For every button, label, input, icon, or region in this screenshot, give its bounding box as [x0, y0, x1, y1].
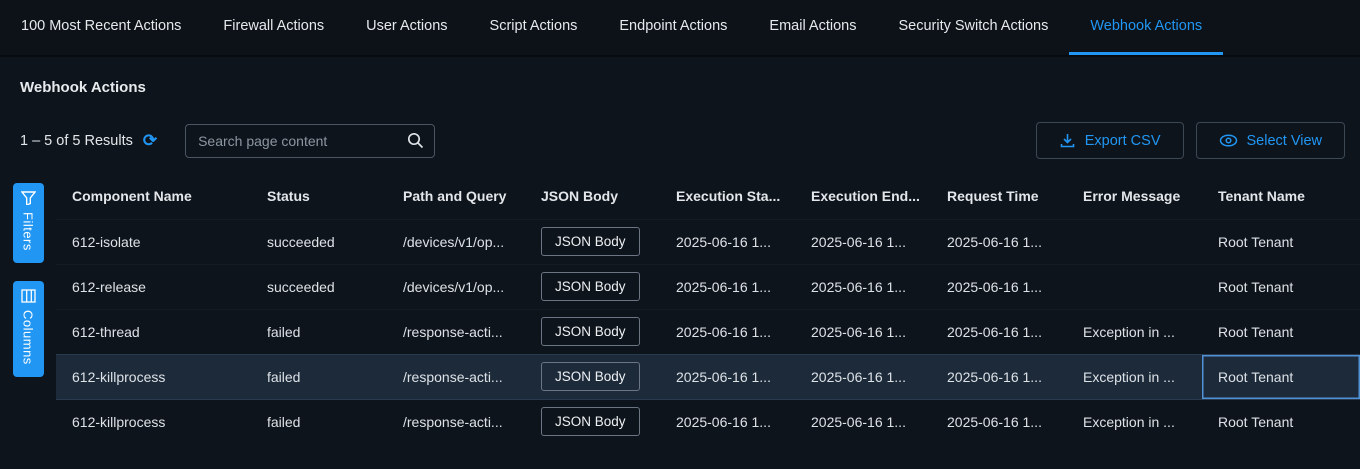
table-header-row: Component NameStatusPath and QueryJSON B… [56, 173, 1360, 219]
tab-100-most-recent-actions[interactable]: 100 Most Recent Actions [0, 0, 202, 55]
execution-end-cell: 2025-06-16 1... [795, 399, 931, 444]
request-time-cell: 2025-06-16 1... [931, 354, 1067, 399]
column-header-component-name[interactable]: Component Name [56, 173, 251, 219]
results-count: 1 – 5 of 5 Results [20, 133, 133, 149]
path-cell: /response-acti... [387, 354, 525, 399]
eye-icon [1219, 133, 1238, 148]
request-time-cell: 2025-06-16 1... [931, 264, 1067, 309]
json-body-cell: JSON Body [525, 219, 660, 264]
status-cell: succeeded [251, 264, 387, 309]
component-name-cell: 612-isolate [56, 219, 251, 264]
json-body-cell: JSON Body [525, 264, 660, 309]
execution-start-cell: 2025-06-16 1... [660, 264, 795, 309]
request-time-cell: 2025-06-16 1... [931, 219, 1067, 264]
status-cell: failed [251, 354, 387, 399]
json-body-button[interactable]: JSON Body [541, 317, 640, 346]
table-row[interactable]: 612-releasesucceeded/devices/v1/op... JSO… [56, 264, 1360, 309]
error-message-cell: Exception in ... [1067, 399, 1202, 444]
error-message-cell [1067, 219, 1202, 264]
webhook-actions-page: 100 Most Recent ActionsFirewall ActionsU… [0, 0, 1360, 469]
filters-button[interactable]: Filters [13, 183, 44, 263]
execution-end-cell: 2025-06-16 1... [795, 309, 931, 354]
search-input[interactable] [186, 133, 407, 149]
select-view-button[interactable]: Select View [1196, 122, 1346, 159]
column-header-status[interactable]: Status [251, 173, 387, 219]
column-header-request-time[interactable]: Request Time [931, 173, 1067, 219]
execution-start-cell: 2025-06-16 1... [660, 354, 795, 399]
execution-start-cell: 2025-06-16 1... [660, 309, 795, 354]
status-cell: succeeded [251, 219, 387, 264]
page-title: Webhook Actions [20, 79, 1360, 96]
export-csv-label: Export CSV [1085, 133, 1161, 149]
table-row[interactable]: 612-killprocessfailed/response-acti... JS… [56, 354, 1360, 399]
tenant-name-cell: Root Tenant [1202, 309, 1360, 354]
table-row[interactable]: 612-killprocessfailed/response-acti... JS… [56, 399, 1360, 444]
tab-bar: 100 Most Recent ActionsFirewall ActionsU… [0, 0, 1360, 57]
columns-grid-icon [21, 289, 36, 303]
error-message-cell [1067, 264, 1202, 309]
component-name-cell: 612-killprocess [56, 399, 251, 444]
tenant-name-cell: Root Tenant [1202, 399, 1360, 444]
filter-funnel-icon [21, 191, 36, 205]
error-message-cell: Exception in ... [1067, 354, 1202, 399]
path-cell: /response-acti... [387, 309, 525, 354]
columns-label: Columns [21, 310, 36, 365]
column-header-tenant-name[interactable]: Tenant Name [1202, 173, 1360, 219]
json-body-cell: JSON Body [525, 399, 660, 444]
error-message-cell: Exception in ... [1067, 309, 1202, 354]
request-time-cell: 2025-06-16 1... [931, 399, 1067, 444]
json-body-button[interactable]: JSON Body [541, 227, 640, 256]
request-time-cell: 2025-06-16 1... [931, 309, 1067, 354]
execution-start-cell: 2025-06-16 1... [660, 219, 795, 264]
filters-label: Filters [21, 212, 36, 251]
table-region: Filters Columns [0, 173, 1360, 444]
column-header-execution-end-[interactable]: Execution End... [795, 173, 931, 219]
table-row[interactable]: 612-isolatesucceeded/devices/v1/op... JSO… [56, 219, 1360, 264]
tenant-name-cell: Root Tenant [1202, 219, 1360, 264]
tab-security-switch-actions[interactable]: Security Switch Actions [877, 0, 1069, 55]
column-header-path-and-query[interactable]: Path and Query [387, 173, 525, 219]
export-csv-button[interactable]: Export CSV [1036, 122, 1184, 159]
tab-endpoint-actions[interactable]: Endpoint Actions [598, 0, 748, 55]
table-row[interactable]: 612-threadfailed/response-acti... JSON Bo… [56, 309, 1360, 354]
actions-table: Component NameStatusPath and QueryJSON B… [56, 173, 1360, 444]
tab-firewall-actions[interactable]: Firewall Actions [202, 0, 345, 55]
execution-end-cell: 2025-06-16 1... [795, 354, 931, 399]
path-cell: /response-acti... [387, 399, 525, 444]
side-buttons: Filters Columns [0, 173, 56, 444]
tab-email-actions[interactable]: Email Actions [748, 0, 877, 55]
columns-button[interactable]: Columns [13, 281, 44, 377]
toolbar: 1 – 5 of 5 Results ⟳ [0, 122, 1360, 159]
column-header-error-message[interactable]: Error Message [1067, 173, 1202, 219]
search-box[interactable] [185, 124, 435, 158]
execution-start-cell: 2025-06-16 1... [660, 399, 795, 444]
json-body-cell: JSON Body [525, 354, 660, 399]
path-cell: /devices/v1/op... [387, 264, 525, 309]
execution-end-cell: 2025-06-16 1... [795, 264, 931, 309]
tenant-name-cell: Root Tenant [1202, 264, 1360, 309]
component-name-cell: 612-release [56, 264, 251, 309]
tab-script-actions[interactable]: Script Actions [469, 0, 599, 55]
json-body-button[interactable]: JSON Body [541, 272, 640, 301]
status-cell: failed [251, 399, 387, 444]
tab-webhook-actions[interactable]: Webhook Actions [1069, 0, 1223, 55]
component-name-cell: 612-killprocess [56, 354, 251, 399]
tab-user-actions[interactable]: User Actions [345, 0, 468, 55]
table-body: 612-isolatesucceeded/devices/v1/op... JSO… [56, 219, 1360, 444]
column-header-json-body[interactable]: JSON Body [525, 173, 660, 219]
tenant-name-cell: Root Tenant [1202, 354, 1360, 399]
column-header-execution-sta-[interactable]: Execution Sta... [660, 173, 795, 219]
select-view-label: Select View [1247, 133, 1323, 149]
json-body-button[interactable]: JSON Body [541, 407, 640, 436]
json-body-button[interactable]: JSON Body [541, 362, 640, 391]
path-cell: /devices/v1/op... [387, 219, 525, 264]
page-content: Webhook Actions 1 – 5 of 5 Results ⟳ [0, 57, 1360, 469]
execution-end-cell: 2025-06-16 1... [795, 219, 931, 264]
status-cell: failed [251, 309, 387, 354]
download-icon [1059, 132, 1076, 149]
json-body-cell: JSON Body [525, 309, 660, 354]
component-name-cell: 612-thread [56, 309, 251, 354]
refresh-icon[interactable]: ⟳ [143, 132, 157, 149]
search-icon[interactable] [407, 132, 424, 149]
